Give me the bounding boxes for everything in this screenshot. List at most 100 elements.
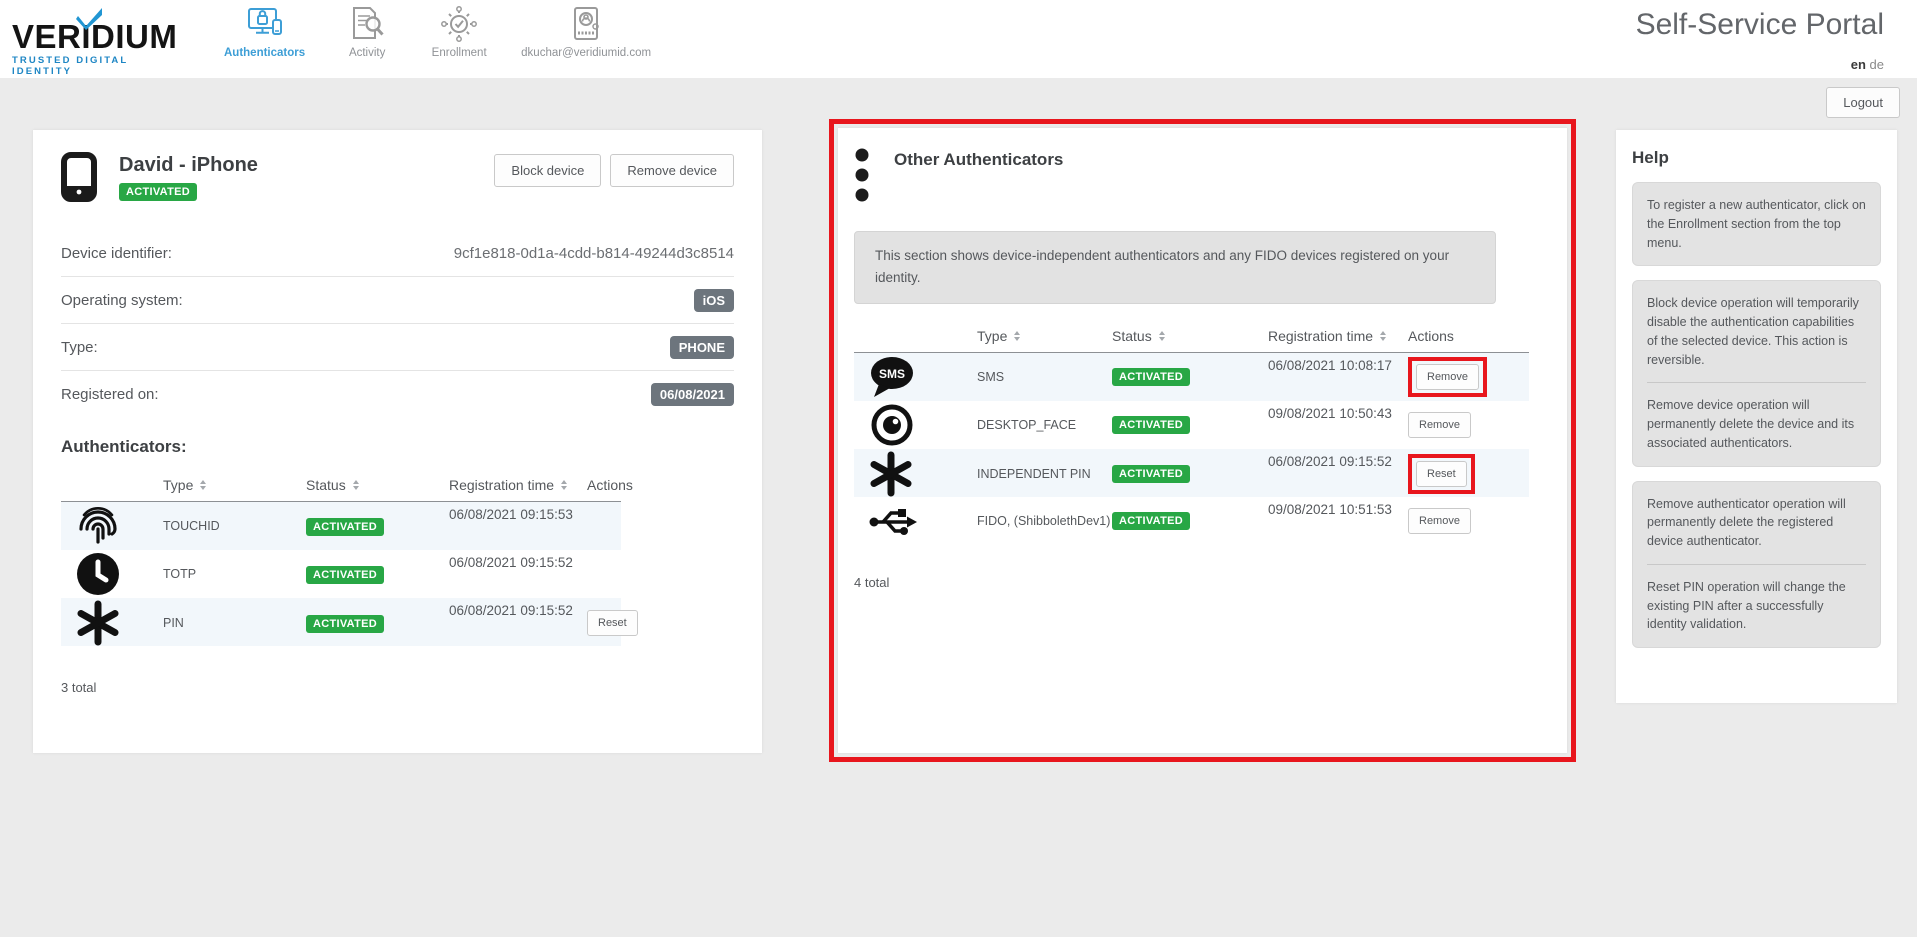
- col-header-type[interactable]: Type: [163, 477, 306, 493]
- nav-item-profile[interactable]: dkuchar@veridiumid.com: [521, 5, 651, 59]
- registration-time: 06/08/2021 10:08:17: [1268, 353, 1408, 373]
- divider: [1647, 564, 1866, 565]
- info-label: Registered on:: [61, 386, 159, 403]
- registration-time: 06/08/2021 09:15:52: [449, 550, 587, 570]
- nav-label: Enrollment: [432, 47, 487, 59]
- info-row-device-identifier: Device identifier: 9cf1e818-0d1a-4cdd-b8…: [61, 230, 734, 277]
- remove-button-highlight: Remove: [1408, 357, 1487, 397]
- help-box-enrollment: To register a new authenticator, click o…: [1632, 182, 1881, 266]
- svg-text:SMS: SMS: [879, 367, 905, 381]
- table-row-fido: FIDO, (ShibbolethDev1) ACTIVATED 09/08/2…: [854, 497, 1529, 545]
- authenticators-section-title: Authenticators:: [61, 437, 734, 457]
- authenticator-type: TOTP: [163, 567, 306, 581]
- device-card-header: David - iPhone ACTIVATED Block device Re…: [61, 152, 734, 214]
- table-row-touchid: TOUCHID ACTIVATED 06/08/2021 09:15:53: [61, 502, 621, 550]
- status-badge: ACTIVATED: [306, 615, 384, 633]
- col-header-status[interactable]: Status: [306, 477, 449, 493]
- help-title: Help: [1632, 148, 1881, 168]
- reset-pin-button[interactable]: Reset: [587, 610, 638, 636]
- authenticator-type: INDEPENDENT PIN: [977, 467, 1112, 481]
- col-header-type[interactable]: Type: [977, 328, 1112, 344]
- remove-desktop-face-button[interactable]: Remove: [1408, 412, 1471, 438]
- help-text: Remove authenticator operation will perm…: [1647, 495, 1866, 551]
- info-label: Operating system:: [61, 292, 183, 309]
- type-badge: PHONE: [670, 336, 734, 359]
- logo-tagline: TRUSTED DIGITAL IDENTITY: [12, 55, 192, 77]
- asterisk-icon: [75, 598, 163, 648]
- info-row-registered-on: Registered on: 06/08/2021: [61, 371, 734, 417]
- device-identifier-value: 9cf1e818-0d1a-4cdd-b814-49244d3c8514: [454, 245, 734, 262]
- logo-check-icon: [75, 6, 105, 30]
- vertical-dots-icon: [854, 146, 870, 211]
- status-badge: ACTIVATED: [306, 566, 384, 584]
- device-status-badge: ACTIVATED: [119, 183, 197, 201]
- authenticator-type: TOUCHID: [163, 519, 306, 533]
- table-row-sms: SMS SMS ACTIVATED 06/08/2021 10:08:17 Re…: [854, 353, 1529, 401]
- col-header-registration-time[interactable]: Registration time: [449, 477, 587, 493]
- monitor-lock-icon: [246, 5, 284, 43]
- col-header-actions: Actions: [587, 477, 633, 493]
- status-badge: ACTIVATED: [1112, 512, 1190, 530]
- other-authenticators-table: Type Status Registration time Actions SM…: [854, 320, 1551, 545]
- reset-independent-pin-button[interactable]: Reset: [1416, 461, 1467, 487]
- phone-icon: [61, 152, 97, 207]
- status-badge: ACTIVATED: [1112, 416, 1190, 434]
- asterisk-icon: [868, 449, 977, 499]
- clock-icon: [75, 551, 163, 597]
- table-row-independent-pin: INDEPENDENT PIN ACTIVATED 06/08/2021 09:…: [854, 449, 1529, 497]
- authenticator-type: SMS: [977, 370, 1112, 384]
- language-switcher: en de: [1851, 57, 1884, 72]
- other-authenticators-highlight: Other Authenticators This section shows …: [829, 119, 1576, 762]
- block-device-button[interactable]: Block device: [494, 154, 601, 187]
- sort-icon: [200, 480, 206, 490]
- table-header-row: Type Status Registration time Actions: [854, 320, 1529, 353]
- table-row-desktop-face: DESKTOP_FACE ACTIVATED 09/08/2021 10:50:…: [854, 401, 1529, 449]
- registration-time: 06/08/2021 09:15:53: [449, 502, 587, 522]
- gear-network-icon: [440, 5, 478, 43]
- registration-time: 06/08/2021 09:15:52: [449, 598, 587, 618]
- authenticator-type: FIDO, (ShibbolethDev1): [977, 514, 1112, 528]
- sort-icon: [1014, 331, 1020, 341]
- other-authenticators-card: Other Authenticators This section shows …: [838, 128, 1567, 753]
- registration-time: 09/08/2021 10:51:53: [1268, 497, 1408, 517]
- nav-item-enrollment[interactable]: Enrollment: [429, 5, 489, 59]
- remove-device-button[interactable]: Remove device: [610, 154, 734, 187]
- col-header-actions: Actions: [1408, 328, 1529, 344]
- col-header-registration-time[interactable]: Registration time: [1268, 328, 1408, 344]
- nav-label: Activity: [349, 47, 385, 59]
- status-badge: ACTIVATED: [1112, 465, 1190, 483]
- help-text: To register a new authenticator, click o…: [1647, 196, 1866, 252]
- page-title: Self-Service Portal: [1636, 8, 1884, 42]
- info-row-type: Type: PHONE: [61, 324, 734, 371]
- table-row-totp: TOTP ACTIVATED 06/08/2021 09:15:52: [61, 550, 621, 598]
- sort-icon: [561, 480, 567, 490]
- help-text: Reset PIN operation will change the exis…: [1647, 578, 1866, 634]
- nav-item-activity[interactable]: Activity: [337, 5, 397, 59]
- authenticator-type: PIN: [163, 616, 306, 630]
- other-card-header: Other Authenticators: [854, 142, 1551, 211]
- help-card: Help To register a new authenticator, cl…: [1616, 130, 1897, 703]
- fingerprint-icon: [75, 502, 163, 550]
- os-badge: iOS: [694, 289, 734, 312]
- usb-icon: [868, 500, 977, 542]
- nav-item-authenticators[interactable]: Authenticators: [224, 5, 305, 59]
- device-info-list: Device identifier: 9cf1e818-0d1a-4cdd-b8…: [61, 230, 734, 417]
- remove-sms-button[interactable]: Remove: [1416, 364, 1479, 390]
- lang-en[interactable]: en: [1851, 57, 1866, 72]
- table-row-pin: PIN ACTIVATED 06/08/2021 09:15:52 Reset: [61, 598, 621, 646]
- lang-de[interactable]: de: [1870, 57, 1884, 72]
- help-text: Remove device operation will permanently…: [1647, 396, 1866, 452]
- col-header-status[interactable]: Status: [1112, 328, 1268, 344]
- device-title: David - iPhone: [119, 154, 258, 177]
- nav-label: dkuchar@veridiumid.com: [521, 47, 651, 59]
- nav-label: Authenticators: [224, 47, 305, 59]
- remove-fido-button[interactable]: Remove: [1408, 508, 1471, 534]
- sort-icon: [1159, 331, 1165, 341]
- registered-on-badge: 06/08/2021: [651, 383, 734, 406]
- sort-icon: [353, 480, 359, 490]
- eye-icon: [868, 403, 977, 447]
- document-search-icon: [349, 5, 385, 43]
- device-card: David - iPhone ACTIVATED Block device Re…: [33, 130, 762, 753]
- logout-button[interactable]: Logout: [1826, 87, 1900, 118]
- registration-time: 09/08/2021 10:50:43: [1268, 401, 1408, 421]
